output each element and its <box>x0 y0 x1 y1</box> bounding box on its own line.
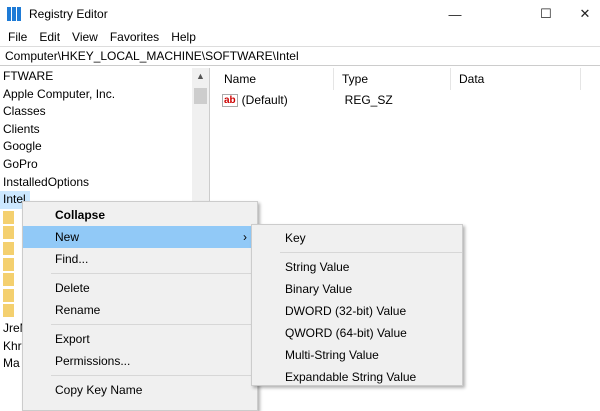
separator <box>51 273 257 274</box>
submenu-item-expandable-string-value[interactable]: Expandable String Value <box>252 366 462 388</box>
folder-icon <box>3 273 14 287</box>
folder-icon <box>3 210 14 224</box>
submenu-item-qword-value[interactable]: QWORD (64-bit) Value <box>252 322 462 344</box>
menu-file[interactable]: File <box>2 30 33 44</box>
scroll-thumb[interactable] <box>194 88 207 104</box>
column-data[interactable]: Data <box>451 68 581 90</box>
separator <box>51 375 257 376</box>
menu-item-find[interactable]: Find... <box>23 248 257 270</box>
menu-view[interactable]: View <box>66 30 104 44</box>
submenu-item-key[interactable]: Key <box>252 227 462 249</box>
menu-bar: File Edit View Favorites Help <box>0 28 600 46</box>
title-bar: Registry Editor — ☐ ✕ <box>0 0 600 28</box>
submenu-item-multi-string-value[interactable]: Multi-String Value <box>252 344 462 366</box>
folder-icon <box>3 241 14 255</box>
tree-item[interactable]: FTWARE <box>0 68 209 86</box>
minimize-button[interactable]: — <box>432 0 478 28</box>
menu-item-permissions[interactable]: Permissions... <box>23 350 257 372</box>
column-name[interactable]: Name <box>216 68 334 90</box>
tree-item[interactable]: Apple Computer, Inc. <box>0 86 209 104</box>
submenu-item-dword-value[interactable]: DWORD (32-bit) Value <box>252 300 462 322</box>
separator <box>280 252 462 253</box>
menu-item-export[interactable]: Export <box>23 328 257 350</box>
menu-item-new[interactable]: New › <box>23 226 257 248</box>
tree-item[interactable]: Classes <box>0 103 209 121</box>
chevron-right-icon: › <box>243 230 247 244</box>
menu-favorites[interactable]: Favorites <box>104 30 165 44</box>
submenu-item-binary-value[interactable]: Binary Value <box>252 278 462 300</box>
address-bar[interactable]: Computer\HKEY_LOCAL_MACHINE\SOFTWARE\Int… <box>0 46 600 66</box>
tree-item[interactable]: GoPro <box>0 156 209 174</box>
folder-icon <box>3 288 14 302</box>
column-type[interactable]: Type <box>334 68 451 90</box>
registry-editor-icon <box>7 7 21 21</box>
context-menu: Collapse New › Find... Delete Rename Expo… <box>22 201 258 411</box>
folder-icon <box>3 304 14 318</box>
string-value-icon: ab <box>222 93 238 107</box>
tree-item[interactable]: Clients <box>0 121 209 139</box>
folder-icon <box>3 257 14 271</box>
scroll-up-icon[interactable]: ▲ <box>192 68 209 85</box>
folder-icon <box>3 226 14 240</box>
separator <box>51 324 257 325</box>
tree-item[interactable]: Google <box>0 138 209 156</box>
value-type: REG_SZ <box>344 93 393 107</box>
value-row[interactable]: ab (Default) REG_SZ <box>216 90 600 110</box>
menu-item-delete[interactable]: Delete <box>23 277 257 299</box>
close-button[interactable]: ✕ <box>562 0 600 28</box>
menu-item-collapse[interactable]: Collapse <box>23 204 257 226</box>
value-name: (Default) <box>241 93 288 107</box>
new-submenu: Key String Value Binary Value DWORD (32-… <box>251 224 463 386</box>
menu-edit[interactable]: Edit <box>33 30 66 44</box>
submenu-item-string-value[interactable]: String Value <box>252 256 462 278</box>
menu-help[interactable]: Help <box>165 30 202 44</box>
window-title: Registry Editor <box>29 7 108 21</box>
tree-item[interactable]: InstalledOptions <box>0 174 209 192</box>
menu-item-copy-key-name[interactable]: Copy Key Name <box>23 379 257 401</box>
menu-item-rename[interactable]: Rename <box>23 299 257 321</box>
